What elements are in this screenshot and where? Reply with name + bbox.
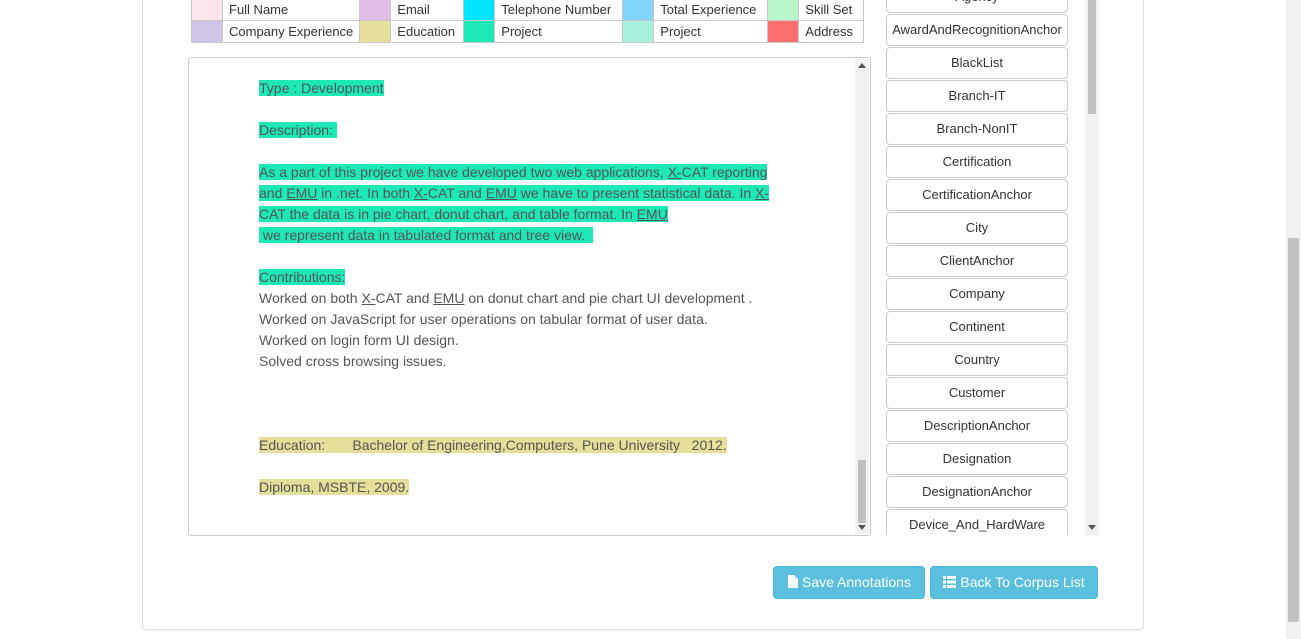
- legend-color-swatch: [359, 0, 392, 21]
- legend-color-swatch: [191, 20, 223, 43]
- entity-button[interactable]: Device_And_HardWare: [886, 509, 1068, 535]
- save-annotations-button[interactable]: Save Annotations: [773, 566, 925, 599]
- legend-label: Address: [798, 20, 865, 43]
- legend-color-swatch: [622, 20, 655, 43]
- entity-button[interactable]: Agency: [886, 0, 1068, 13]
- contributions-label: Contributions:: [259, 269, 346, 285]
- legend-label: Telephone Number: [494, 0, 624, 21]
- legend-color-swatch: [463, 20, 496, 43]
- legend-row: Company Experience Education Project Projec…: [191, 20, 865, 43]
- file-icon: [787, 568, 798, 599]
- legend-label: Full Name: [221, 0, 361, 21]
- legend-row: Full Name Email Telephone Number Total Expe…: [191, 0, 865, 21]
- diploma-line: Diploma, MSBTE, 2009.: [259, 479, 410, 495]
- scrollbar-thumb[interactable]: [1288, 238, 1299, 622]
- entity-button[interactable]: Branch-NonIT: [886, 113, 1068, 145]
- legend-label: Skill Set: [798, 0, 865, 21]
- description-label: Description:: [259, 122, 337, 138]
- legend-label: Education: [390, 20, 465, 43]
- entity-button[interactable]: DesignationAnchor: [886, 476, 1068, 508]
- entity-button[interactable]: ClientAnchor: [886, 245, 1068, 277]
- entity-button[interactable]: Country: [886, 344, 1068, 376]
- legend-label: Email: [390, 0, 465, 21]
- entity-button[interactable]: City: [886, 212, 1068, 244]
- page-scrollbar[interactable]: [1286, 0, 1301, 639]
- legend-label: Total Experience: [653, 0, 769, 21]
- entity-list: AgencyAwardAndRecognitionAnchorBlackList…: [883, 0, 1099, 535]
- entity-color-legend: Full Name Email Telephone Number Total Expe…: [191, 0, 865, 43]
- back-to-corpus-list-label: Back To Corpus List: [960, 574, 1085, 590]
- entity-button[interactable]: Branch-IT: [886, 80, 1068, 112]
- document-content[interactable]: Type : Development Description: As a par…: [259, 78, 789, 498]
- entity-button[interactable]: CertificationAnchor: [886, 179, 1068, 211]
- entity-button[interactable]: Continent: [886, 311, 1068, 343]
- save-annotations-label: Save Annotations: [802, 574, 911, 590]
- legend-color-swatch: [463, 0, 496, 21]
- scroll-up-arrow-icon[interactable]: [858, 63, 866, 68]
- entity-list-scrollbar[interactable]: [1085, 0, 1099, 535]
- education-line: Education: Bachelor of Engineering,Compu…: [259, 437, 727, 453]
- entity-button[interactable]: BlackList: [886, 47, 1068, 79]
- legend-label: Company Experience: [221, 20, 361, 43]
- scroll-down-arrow-icon[interactable]: [858, 525, 866, 530]
- scrollbar-thumb[interactable]: [1088, 0, 1096, 114]
- legend-color-swatch: [767, 0, 800, 21]
- entity-button[interactable]: AwardAndRecognitionAnchor: [886, 14, 1068, 46]
- scrollbar-thumb[interactable]: [858, 460, 866, 523]
- legend-label: Project: [494, 20, 624, 43]
- legend-label: Project: [653, 20, 769, 43]
- contribution-line: Worked on both X-CAT and EMU on donut ch…: [259, 290, 753, 306]
- entity-button[interactable]: Company: [886, 278, 1068, 310]
- entity-button[interactable]: Designation: [886, 443, 1068, 475]
- entity-button[interactable]: Certification: [886, 146, 1068, 178]
- legend-color-swatch: [767, 20, 800, 43]
- document-scrollbar[interactable]: [855, 59, 869, 534]
- contribution-line: Solved cross browsing issues.: [259, 353, 447, 369]
- legend-color-swatch: [622, 0, 655, 21]
- entity-button[interactable]: DescriptionAnchor: [886, 410, 1068, 442]
- description-text: As a part of this project we have develo…: [259, 164, 770, 243]
- list-icon: [943, 568, 957, 599]
- legend-color-swatch: [359, 20, 392, 43]
- scroll-down-arrow-icon[interactable]: [1088, 525, 1096, 530]
- contribution-line: Worked on login form UI design.: [259, 332, 459, 348]
- back-to-corpus-list-button[interactable]: Back To Corpus List: [930, 566, 1098, 599]
- project-type-line: Type : Development: [259, 80, 384, 96]
- entity-button[interactable]: Customer: [886, 377, 1068, 409]
- contribution-line: Worked on JavaScript for user operations…: [259, 311, 708, 327]
- document-editor[interactable]: Type : Development Description: As a par…: [188, 57, 871, 536]
- legend-color-swatch: [191, 0, 223, 21]
